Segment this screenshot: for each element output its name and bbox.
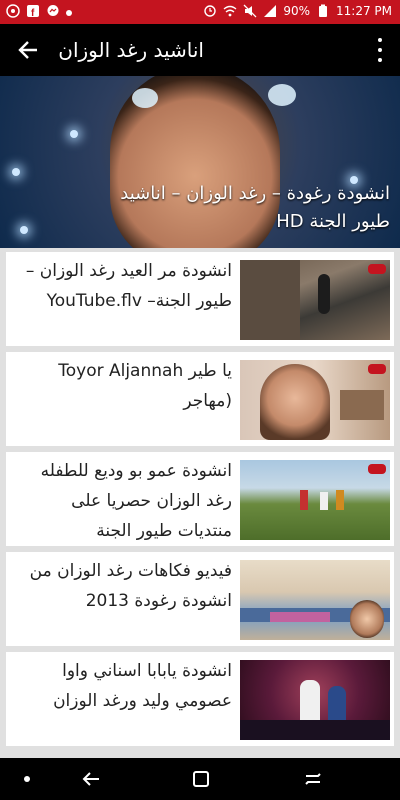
video-title: انشودة عمو بو وديع للطفله رغد الوزان حصر… — [40, 461, 232, 541]
page-title: اناشيد رغد الوزان — [58, 38, 204, 62]
video-thumbnail — [240, 660, 390, 740]
video-title: انشودة مر العيد رغد الوزان –طيور الجنة– … — [25, 261, 232, 311]
dot-icon — [378, 58, 382, 62]
light-glow — [70, 130, 78, 138]
list-item[interactable]: يا طير Toyor Aljannah (مهاجر — [6, 352, 394, 446]
overflow-menu-button[interactable] — [370, 38, 390, 62]
list-item[interactable]: انشودة مر العيد رغد الوزان –طيور الجنة– … — [6, 252, 394, 346]
dot-icon — [378, 38, 382, 42]
video-thumbnail — [240, 460, 390, 540]
hair-bow-left — [132, 88, 158, 108]
video-title: فيديو فكاهات رغد الوزان من انشودة رغودة … — [29, 561, 232, 611]
dot-icon — [378, 48, 382, 52]
video-thumbnail — [240, 360, 390, 440]
light-glow — [20, 226, 28, 234]
battery-icon — [319, 4, 327, 17]
wifi-icon — [223, 5, 237, 17]
featured-video-title: انشودة رغودة – رغد الوزان – اناشيد طيور … — [120, 183, 390, 232]
video-title: انشودة يابابا اسناني واوا عصومي وليد ورغ… — [53, 661, 232, 711]
whatsapp-icon — [6, 4, 20, 18]
alarm-icon — [204, 5, 217, 17]
battery-percent: 90% — [283, 4, 310, 18]
system-nav-bar — [0, 758, 400, 800]
featured-video[interactable]: انشودة رغودة – رغد الوزان – اناشيد طيور … — [0, 76, 400, 248]
video-title: يا طير Toyor Aljannah (مهاجر — [58, 361, 232, 411]
arrow-left-icon — [18, 41, 37, 59]
status-bar: f 90% 11:27 PM — [0, 0, 400, 24]
video-thumbnail — [240, 560, 390, 640]
hair-bow-right — [268, 84, 296, 106]
back-nav-button[interactable] — [80, 768, 102, 790]
app-bar: اناشيد رغد الوزان — [0, 24, 400, 76]
messenger-icon — [47, 5, 59, 16]
facebook-icon: f — [27, 5, 39, 18]
video-thumbnail — [240, 260, 390, 340]
recents-nav-button[interactable] — [302, 768, 324, 790]
video-list[interactable]: انشودة مر العيد رغد الوزان –طيور الجنة– … — [0, 248, 400, 758]
list-item[interactable]: فيديو فكاهات رغد الوزان من انشودة رغودة … — [6, 552, 394, 646]
list-item[interactable]: انشودة عمو بو وديع للطفله رغد الوزان حصر… — [6, 452, 394, 546]
square-icon — [193, 771, 209, 787]
mute-icon — [243, 4, 257, 18]
nav-dot-icon — [24, 776, 30, 782]
light-glow — [12, 168, 20, 176]
list-item[interactable]: انشودة يابابا اسناني واوا عصومي وليد ورغ… — [6, 652, 394, 746]
signal-icon — [264, 5, 277, 17]
home-nav-button[interactable] — [190, 768, 212, 790]
back-button[interactable] — [14, 36, 42, 64]
more-notifications-icon — [66, 9, 72, 16]
clock: 11:27 PM — [336, 4, 392, 18]
arrow-left-icon — [82, 772, 99, 786]
recents-icon — [305, 773, 321, 785]
